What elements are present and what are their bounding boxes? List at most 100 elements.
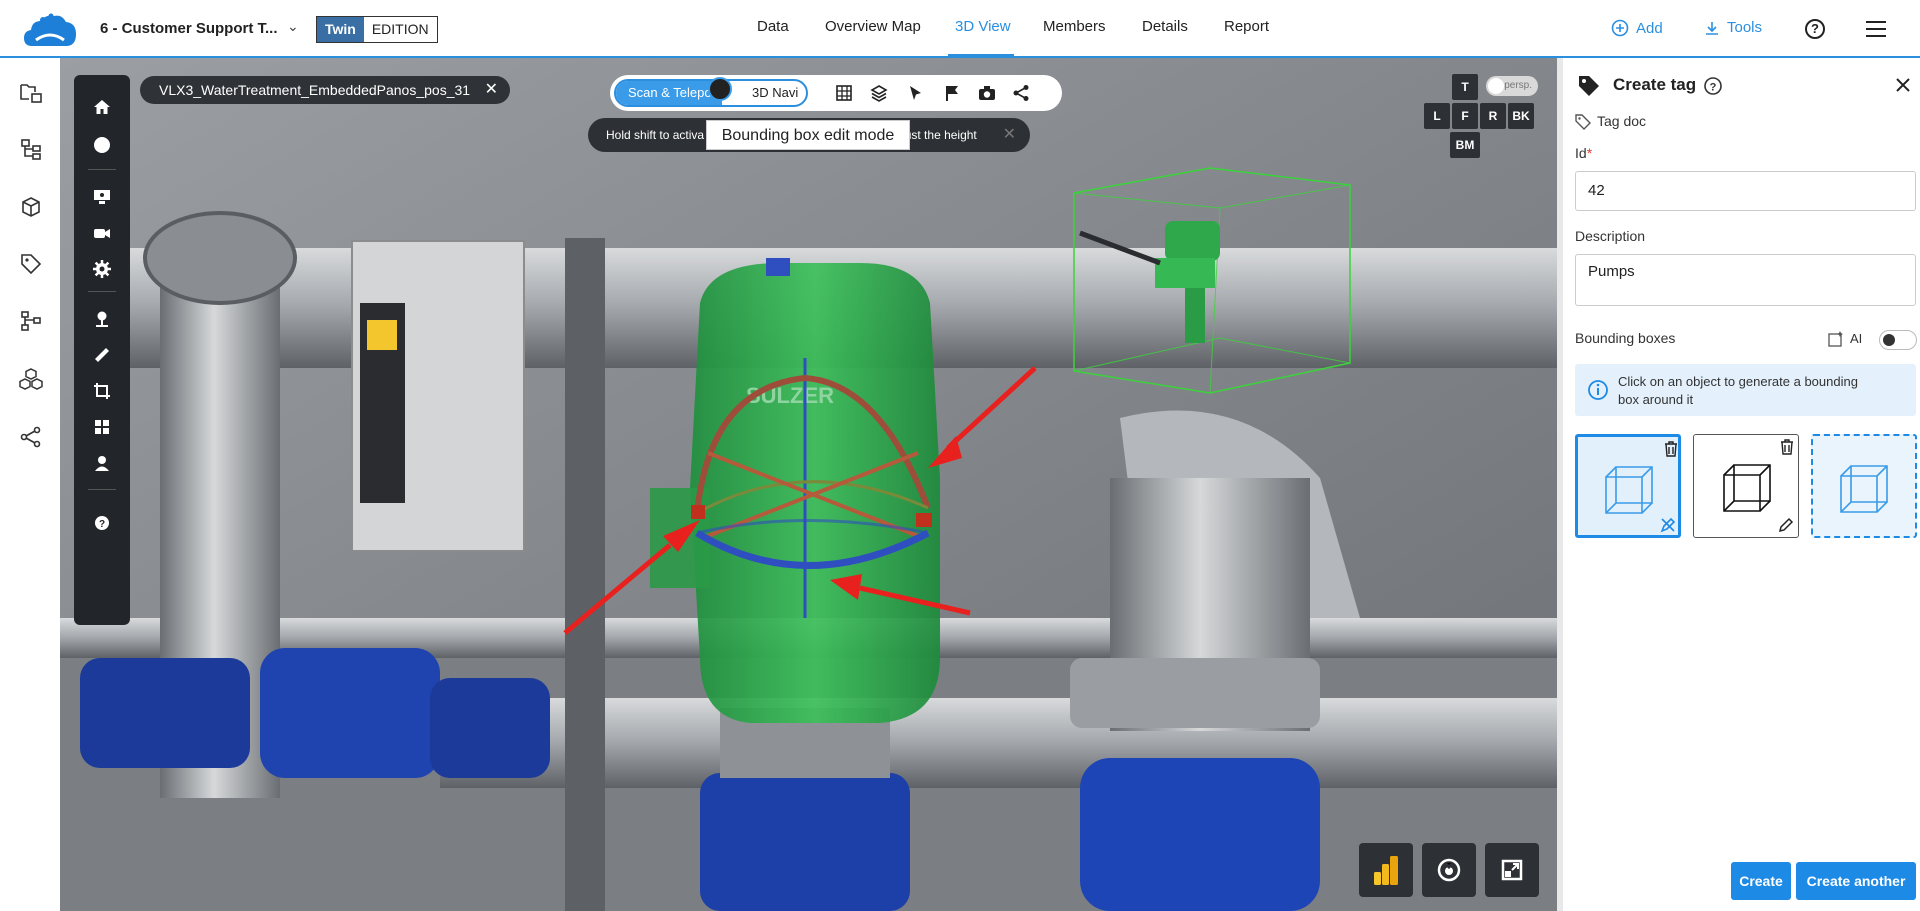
top-bar: 6 - Customer Support T... ⌄ Twin EDITION… xyxy=(0,0,1920,58)
help-icon[interactable]: ? xyxy=(92,513,112,533)
powerbi-button[interactable] xyxy=(1359,843,1413,897)
chevron-down-icon[interactable]: ⌄ xyxy=(287,18,299,35)
share-icon[interactable] xyxy=(18,424,44,450)
project-name[interactable]: 6 - Customer Support T... xyxy=(100,20,278,37)
sphere-icon[interactable] xyxy=(92,135,112,155)
layers-icon[interactable] xyxy=(92,417,112,437)
fullscreen-button[interactable] xyxy=(1485,843,1539,897)
mode-3d-navi[interactable]: 3D Navi xyxy=(722,81,798,105)
pencil-icon[interactable] xyxy=(1778,517,1794,533)
3d-viewport[interactable]: SULZER ? VLX3_WaterTreatment_EmbeddedPan… xyxy=(60,58,1557,911)
create-another-button[interactable]: Create another xyxy=(1796,862,1916,900)
fullscreen-icon xyxy=(1501,859,1523,881)
view-back-button[interactable]: BK xyxy=(1508,103,1534,129)
info-icon xyxy=(1588,380,1608,400)
tag-icon[interactable] xyxy=(18,251,44,277)
mode-scan-teleport[interactable]: Scan & Teleport xyxy=(616,81,722,105)
ai-toggle[interactable] xyxy=(1879,330,1917,350)
scan-button[interactable] xyxy=(1422,843,1476,897)
view-top-button[interactable]: T xyxy=(1452,74,1478,100)
add-label: Add xyxy=(1636,19,1663,37)
toolbar-divider xyxy=(88,489,116,490)
view-front-button[interactable]: F xyxy=(1452,103,1478,129)
create-tag-panel: Create tag ? Tag doc Id* 42 Description … xyxy=(1557,58,1920,911)
home-icon[interactable] xyxy=(92,97,112,117)
download-icon xyxy=(1706,21,1718,35)
scan-name: VLX3_WaterTreatment_EmbeddedPanos_pos_31 xyxy=(159,82,471,98)
monitor-icon[interactable] xyxy=(92,187,112,207)
hamburger-menu-icon[interactable] xyxy=(1866,21,1886,37)
navigation-mode-bar: Scan & Teleport 3D Navi xyxy=(610,75,1062,111)
network-icon[interactable] xyxy=(18,308,44,334)
trash-icon[interactable] xyxy=(1664,441,1678,457)
cube-icon[interactable] xyxy=(18,194,44,220)
toolbar-divider xyxy=(88,291,116,292)
cursor-icon[interactable] xyxy=(906,84,924,102)
toggle-knob-icon xyxy=(1883,334,1895,346)
add-button[interactable]: Add xyxy=(1611,19,1663,37)
toolbar-divider xyxy=(88,169,116,170)
share-icon[interactable] xyxy=(1012,84,1030,102)
scan-icon xyxy=(1437,858,1461,882)
view-right-button[interactable]: R xyxy=(1480,103,1506,129)
crop-icon[interactable] xyxy=(92,381,112,401)
scan-name-chip[interactable]: VLX3_WaterTreatment_EmbeddedPanos_pos_31… xyxy=(140,76,511,104)
id-label: Id* xyxy=(1575,145,1592,161)
measure-icon[interactable] xyxy=(92,345,112,365)
required-mark: * xyxy=(1586,145,1593,161)
cubes-icon[interactable] xyxy=(18,366,44,392)
toggle-knob-icon xyxy=(708,77,732,101)
person-icon[interactable] xyxy=(92,453,112,473)
edit-off-icon[interactable] xyxy=(1660,517,1676,533)
view-bottom-button[interactable]: BM xyxy=(1450,132,1480,158)
flag-icon[interactable] xyxy=(943,84,961,102)
hint-prefix: Hold shift to activa xyxy=(606,128,705,142)
tab-members[interactable]: Members xyxy=(1043,18,1106,35)
folder-tree-icon[interactable] xyxy=(18,80,44,106)
tools-button[interactable]: Tools xyxy=(1704,19,1762,36)
svg-text:?: ? xyxy=(1710,82,1717,94)
grid-icon[interactable] xyxy=(835,84,853,102)
viewer-toolbar: ? xyxy=(74,75,130,625)
close-icon[interactable] xyxy=(1894,76,1912,94)
projection-toggle[interactable]: persp. xyxy=(1486,76,1538,96)
hint-suffix: just the height xyxy=(902,128,977,142)
tools-label: Tools xyxy=(1727,19,1763,36)
layers-stack-icon[interactable] xyxy=(870,84,888,102)
hierarchy-icon[interactable] xyxy=(18,136,44,162)
scan-scene-image[interactable]: SULZER xyxy=(60,58,1557,911)
tab-overview-map[interactable]: Overview Map xyxy=(825,18,921,35)
trash-icon[interactable] xyxy=(1780,439,1794,455)
edition-badge-label: EDITION xyxy=(363,17,437,42)
cloud-logo-icon[interactable] xyxy=(22,12,78,48)
bbox-card-selected[interactable] xyxy=(1575,434,1681,538)
left-rail xyxy=(0,58,60,911)
close-icon[interactable]: ✕ xyxy=(1003,118,1016,152)
camera-icon[interactable] xyxy=(92,223,112,243)
ai-label: AI xyxy=(1850,331,1863,346)
settings-icon[interactable] xyxy=(92,259,112,279)
pin-icon[interactable] xyxy=(92,309,112,329)
bounding-boxes-label: Bounding boxes xyxy=(1575,330,1676,346)
tag-doc-link[interactable]: Tag doc xyxy=(1597,113,1646,129)
close-icon[interactable]: ✕ xyxy=(485,76,498,104)
tab-report[interactable]: Report xyxy=(1224,18,1269,35)
description-label: Description xyxy=(1575,228,1646,244)
bbox-cube-icon xyxy=(1840,465,1888,513)
camera-icon[interactable] xyxy=(978,84,996,102)
view-left-button[interactable]: L xyxy=(1424,103,1450,129)
edition-badge-twin: Twin xyxy=(317,17,364,42)
create-button[interactable]: Create xyxy=(1731,862,1791,900)
help-icon[interactable]: ? xyxy=(1805,19,1825,39)
description-field[interactable]: Pumps xyxy=(1575,254,1916,306)
tag-icon xyxy=(1579,76,1599,96)
tab-details[interactable]: Details xyxy=(1142,18,1188,35)
add-bbox-card[interactable] xyxy=(1811,434,1917,538)
ai-sparkle-icon xyxy=(1828,331,1843,347)
tab-3d-view[interactable]: 3D View xyxy=(955,18,1011,35)
id-field[interactable]: 42 xyxy=(1575,171,1916,211)
help-icon[interactable]: ? xyxy=(1703,76,1723,96)
bbox-card[interactable] xyxy=(1693,434,1799,538)
tab-data[interactable]: Data xyxy=(757,18,789,35)
tag-outline-icon xyxy=(1575,114,1591,130)
